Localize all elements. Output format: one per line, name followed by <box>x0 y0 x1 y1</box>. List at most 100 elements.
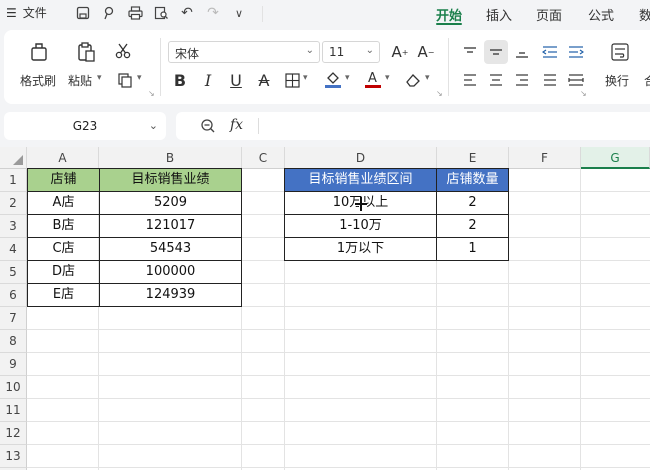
format-painter-label[interactable]: 格式刷 <box>20 72 56 89</box>
table1-cell-value[interactable]: 54543 <box>99 237 242 261</box>
column-header[interactable]: B <box>99 147 242 169</box>
align-right-icon[interactable] <box>510 68 534 92</box>
borders-icon[interactable] <box>282 70 302 90</box>
font-color-dropdown-icon[interactable]: ▾ <box>385 73 390 83</box>
column-header[interactable]: F <box>509 147 581 169</box>
table2-cell-count[interactable]: 2 <box>436 214 509 238</box>
justify-icon[interactable] <box>538 68 562 92</box>
row-header[interactable]: 2 <box>0 192 27 215</box>
spreadsheet-grid[interactable]: A B C D E F G 1 2 3 4 5 6 7 8 9 10 11 12… <box>0 147 650 470</box>
align-bottom-icon[interactable] <box>510 40 534 64</box>
column-header[interactable]: D <box>285 147 437 169</box>
expand-clipboard-icon[interactable]: ↘ <box>148 89 155 98</box>
copy-dropdown-icon[interactable]: ▾ <box>137 73 142 83</box>
table2-cell-range[interactable]: 1万以下 <box>284 237 437 261</box>
cut-icon[interactable] <box>112 40 134 62</box>
row-header[interactable]: 4 <box>0 238 27 261</box>
table1-cell-store[interactable]: A店 <box>27 191 100 215</box>
zoom-icon[interactable] <box>200 118 216 138</box>
paste-dropdown-icon[interactable]: ▾ <box>97 73 102 83</box>
table1-header-target[interactable]: 目标销售业绩 <box>99 168 242 192</box>
tab-formula[interactable]: 公式 <box>588 5 614 24</box>
align-middle-icon[interactable] <box>484 40 508 64</box>
table1-cell-store[interactable]: B店 <box>27 214 100 238</box>
increase-font-size-icon[interactable]: A + <box>390 42 410 62</box>
align-top-icon[interactable] <box>458 40 482 64</box>
paste-label[interactable]: 粘贴 <box>68 72 92 89</box>
table1-cell-value[interactable]: 124939 <box>99 283 242 307</box>
gridline <box>27 329 650 330</box>
row-header[interactable]: 9 <box>0 353 27 376</box>
row-header[interactable]: 3 <box>0 215 27 238</box>
table1-cell-value[interactable]: 5209 <box>99 191 242 215</box>
align-left-icon[interactable] <box>458 68 482 92</box>
row-header[interactable]: 6 <box>0 284 27 307</box>
strikethrough-icon[interactable]: A <box>254 70 274 90</box>
expand-alignment-icon[interactable]: ↘ <box>580 89 587 98</box>
table2-cell-count[interactable]: 1 <box>436 237 509 261</box>
tab-insert[interactable]: 插入 <box>486 5 512 24</box>
undo-icon[interactable]: ↶ <box>178 4 196 22</box>
borders-dropdown-icon[interactable]: ▾ <box>303 73 308 83</box>
italic-icon[interactable]: I <box>198 70 218 90</box>
expand-font-icon[interactable]: ↘ <box>436 89 443 98</box>
bold-icon[interactable]: B <box>170 70 190 90</box>
font-size-select[interactable]: 11 ⌄ <box>322 41 380 63</box>
row-header[interactable]: 10 <box>0 376 27 399</box>
table2-header-count[interactable]: 店铺数量 <box>436 168 509 192</box>
decrease-indent-icon[interactable] <box>538 40 562 64</box>
row-header[interactable]: 8 <box>0 330 27 353</box>
chevron-down-icon[interactable]: ∨ <box>230 4 248 22</box>
save-icon[interactable] <box>74 4 92 22</box>
table1-header-store[interactable]: 店铺 <box>27 168 100 192</box>
align-center-icon[interactable] <box>484 68 508 92</box>
row-header[interactable]: 12 <box>0 422 27 445</box>
font-name-select[interactable]: 宋体 ⌄ <box>168 41 320 63</box>
tab-page[interactable]: 页面 <box>536 5 562 24</box>
table1-cell-store[interactable]: C店 <box>27 237 100 261</box>
row-header[interactable]: 7 <box>0 307 27 330</box>
table1-cell-value[interactable]: 100000 <box>99 260 242 284</box>
table1-cell-store[interactable]: D店 <box>27 260 100 284</box>
wrap-text-icon[interactable] <box>608 40 632 64</box>
table1-cell-store[interactable]: E店 <box>27 283 100 307</box>
file-menu[interactable]: ☰ 文件 <box>6 4 47 21</box>
table2-cell-range[interactable]: 1-10万 <box>284 214 437 238</box>
wrap-text-label[interactable]: 换行 <box>605 72 629 89</box>
format-painter-quick-icon[interactable] <box>100 4 118 22</box>
table1-cell-value[interactable]: 121017 <box>99 214 242 238</box>
row-header[interactable]: 1 <box>0 169 27 192</box>
clear-format-dropdown-icon[interactable]: ▾ <box>425 73 430 83</box>
column-header[interactable]: C <box>242 147 285 169</box>
clear-format-icon[interactable] <box>402 70 424 90</box>
print-preview-icon[interactable] <box>152 4 170 22</box>
print-icon[interactable] <box>126 4 144 22</box>
column-header[interactable]: A <box>27 147 99 169</box>
row-header[interactable]: 11 <box>0 399 27 422</box>
row-header[interactable]: 13 <box>0 445 27 468</box>
underline-icon[interactable]: U <box>226 70 246 90</box>
select-all-corner[interactable] <box>0 147 27 169</box>
format-painter-icon[interactable] <box>28 40 52 64</box>
column-header-active[interactable]: G <box>581 147 650 169</box>
cursor-icon <box>354 196 368 216</box>
tab-data[interactable]: 数 <box>639 5 650 24</box>
copy-icon[interactable] <box>114 70 136 90</box>
table2-cell-count[interactable]: 2 <box>436 191 509 215</box>
name-box[interactable]: G23 ⌄ <box>4 112 166 140</box>
tab-home[interactable]: 开始 <box>436 5 462 24</box>
decrease-font-size-icon[interactable]: A − <box>416 42 436 62</box>
row-header[interactable]: 5 <box>0 261 27 284</box>
hamburger-icon: ☰ <box>6 5 17 20</box>
font-color-icon[interactable]: A <box>362 68 384 90</box>
redo-icon[interactable]: ↷ <box>204 4 222 22</box>
increase-indent-icon[interactable] <box>564 40 588 64</box>
fill-color-icon[interactable] <box>322 68 344 90</box>
function-icon[interactable]: fx <box>230 117 243 133</box>
table2-header-range[interactable]: 目标销售业绩区间 <box>284 168 437 192</box>
merge-label[interactable]: 合 <box>644 72 650 89</box>
formula-input[interactable]: fx <box>176 112 650 140</box>
column-header[interactable]: E <box>437 147 509 169</box>
paste-icon[interactable] <box>74 40 98 64</box>
fill-color-dropdown-icon[interactable]: ▾ <box>345 73 350 83</box>
